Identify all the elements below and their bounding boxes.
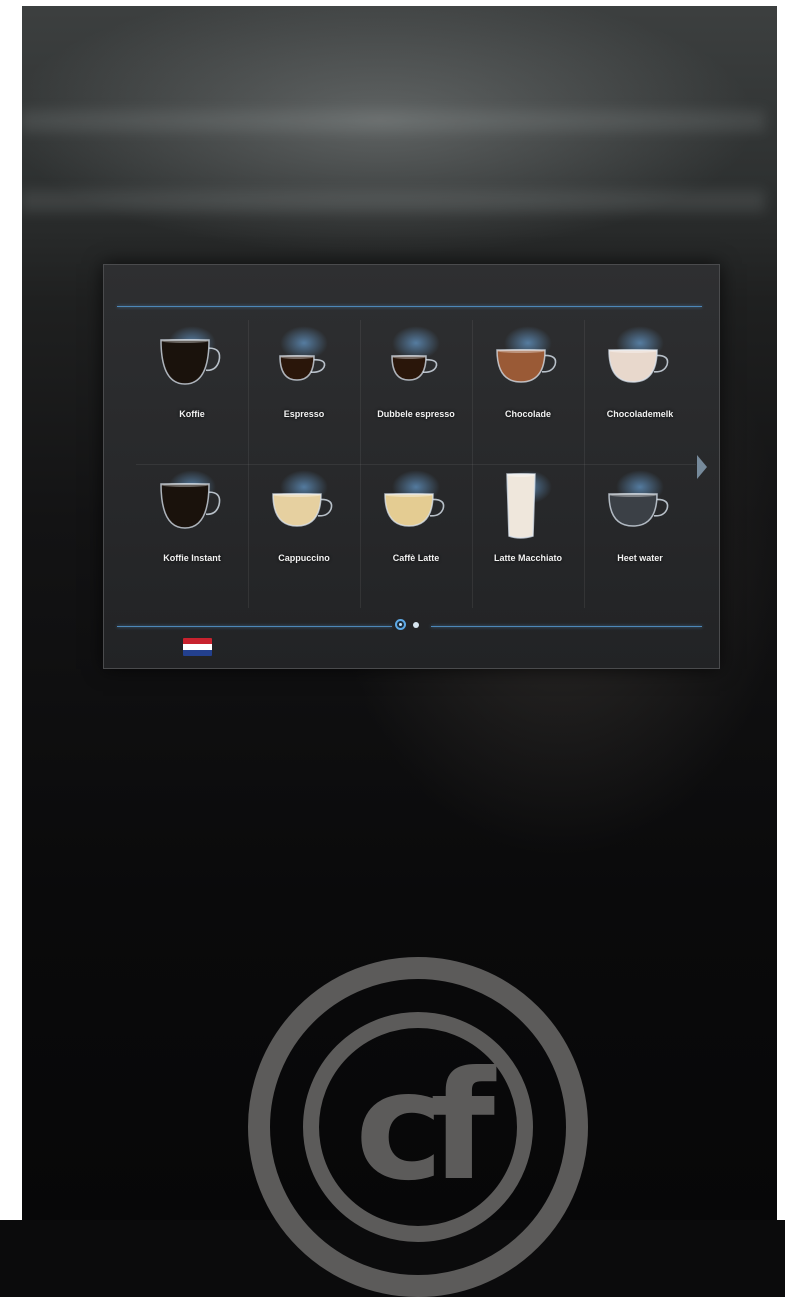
cappuccino-cup-icon: [272, 493, 333, 527]
chocolate-milk-cup-icon: [608, 349, 669, 383]
drink-label: Cappuccino: [278, 553, 330, 563]
drink-button[interactable]: Chocolademelk: [584, 320, 696, 464]
drink-label: Koffie Instant: [163, 553, 221, 563]
drink-label: Koffie: [179, 409, 205, 419]
double-espresso-cup-icon: [391, 355, 438, 381]
drink-label: Dubbele espresso: [377, 409, 455, 419]
drink-button[interactable]: Latte Macchiato: [472, 464, 584, 608]
cf-logo: cf: [248, 957, 588, 1297]
caffe-latte-cup-icon: [384, 493, 445, 527]
background-reflection: [20, 110, 765, 132]
drink-label: Espresso: [283, 409, 325, 419]
background-reflection: [20, 190, 765, 212]
drink-button[interactable]: Dubbele espresso: [360, 320, 472, 464]
drink-button[interactable]: Koffie Instant: [136, 464, 248, 608]
image-border: [0, 0, 22, 1220]
espresso-cup-icon: [279, 355, 326, 381]
latte-macchiato-glass-icon: [506, 473, 536, 539]
drink-button[interactable]: Chocolade: [472, 320, 584, 464]
cf-logo-text: cf: [354, 1040, 495, 1214]
header-divider: [117, 306, 702, 307]
drink-button[interactable]: Cappuccino: [248, 464, 360, 608]
drink-button[interactable]: Heet water: [584, 464, 696, 608]
image-border: [777, 0, 785, 1220]
touch-screen: Koffie Espresso Dubbele espresso Chocolade C…: [103, 264, 720, 669]
drink-label: Chocolade: [504, 409, 551, 419]
drink-label: Latte Macchiato: [493, 553, 562, 563]
hot-water-cup-icon: [608, 493, 669, 527]
image-border: [0, 0, 785, 6]
instant-coffee-cup-icon: [160, 483, 221, 529]
page-indicator[interactable]: [413, 622, 419, 628]
drink-label: Chocolademelk: [606, 409, 674, 419]
drink-button[interactable]: Caffè Latte: [360, 464, 472, 608]
chocolate-cup-icon: [496, 349, 557, 383]
footer-divider: [431, 626, 702, 627]
dutch-flag-icon[interactable]: [183, 638, 212, 656]
drink-button[interactable]: Espresso: [248, 320, 360, 464]
next-page-arrow-icon[interactable]: [697, 455, 707, 479]
drink-button[interactable]: Koffie: [136, 320, 248, 464]
drink-label: Heet water: [617, 553, 663, 563]
coffee-cup-icon: [160, 339, 221, 385]
flag-stripe: [183, 650, 212, 656]
footer-divider: [117, 626, 392, 627]
drink-label: Caffè Latte: [392, 553, 440, 563]
page-indicator-active[interactable]: [395, 619, 406, 630]
drink-tiles: Koffie Espresso Dubbele espresso Chocolade C…: [136, 320, 696, 608]
